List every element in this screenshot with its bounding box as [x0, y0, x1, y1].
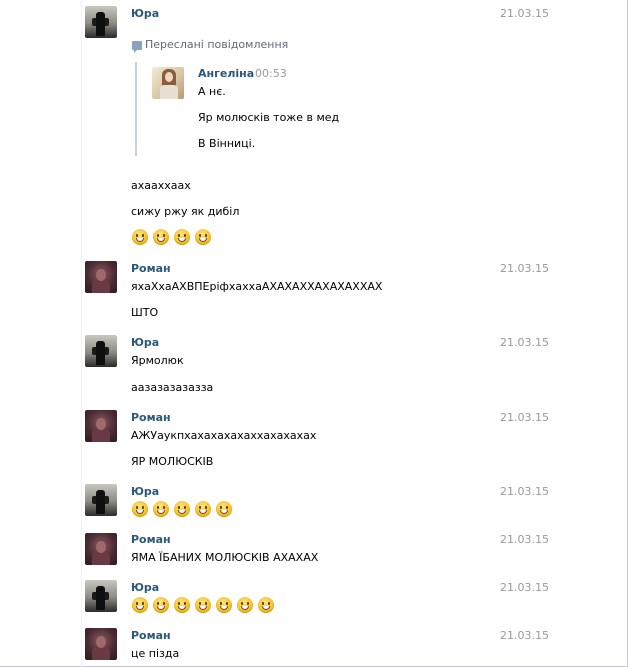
message-date[interactable]: 21.03.15 — [500, 262, 549, 275]
avatar-roman[interactable] — [85, 628, 117, 660]
emoji-row — [132, 501, 232, 517]
message-text: сижу ржу як дибіл — [131, 205, 240, 218]
grin-emoji-icon — [153, 229, 169, 245]
message-date[interactable]: 21.03.15 — [500, 411, 549, 424]
message-text: це пізда — [131, 647, 180, 660]
message-text: ЯМА ЇБАНИХ МОЛЮСКІВ АХАХАХ — [131, 551, 319, 564]
message-text: ШТО — [131, 306, 159, 319]
dialog-frame — [0, 0, 628, 667]
sender-name[interactable]: Юра — [131, 485, 159, 498]
grin-emoji-icon — [237, 597, 253, 613]
inner-message-line: А нє. — [198, 85, 226, 98]
sender-name[interactable]: Роман — [131, 629, 171, 642]
grin-emoji-icon — [132, 501, 148, 517]
column-divider — [81, 0, 82, 667]
grin-emoji-icon — [132, 597, 148, 613]
avatar-yura[interactable] — [85, 335, 117, 367]
message-date[interactable]: 21.03.15 — [500, 485, 549, 498]
message-text: ахааххаах — [131, 179, 191, 192]
avatar-yura[interactable] — [85, 484, 117, 516]
avatar-roman[interactable] — [85, 533, 117, 565]
grin-emoji-icon — [153, 501, 169, 517]
sender-name[interactable]: Юра — [131, 336, 159, 349]
emoji-row — [132, 597, 274, 613]
avatar-yura[interactable] — [85, 6, 117, 38]
message-date[interactable]: 21.03.15 — [500, 581, 549, 594]
avatar-roman[interactable] — [85, 261, 117, 293]
message-date[interactable]: 21.03.15 — [500, 629, 549, 642]
grin-emoji-icon — [132, 229, 148, 245]
grin-emoji-icon — [258, 597, 274, 613]
grin-emoji-icon — [174, 501, 190, 517]
grin-emoji-icon — [216, 597, 232, 613]
message-text: аазазазазазза — [131, 381, 214, 394]
sender-name[interactable]: Роман — [131, 262, 171, 275]
message-date[interactable]: 21.03.15 — [500, 533, 549, 546]
message-date[interactable]: 21.03.15 — [500, 7, 549, 20]
sender-name[interactable]: Роман — [131, 411, 171, 424]
inner-time[interactable]: 00:53 — [255, 67, 287, 80]
grin-emoji-icon — [174, 597, 190, 613]
grin-emoji-icon — [195, 597, 211, 613]
inner-message-line: Яр молюсків тоже в мед — [198, 111, 340, 124]
avatar-roman[interactable] — [85, 410, 117, 442]
inner-sender-name[interactable]: Ангеліна — [198, 67, 254, 80]
sender-name[interactable]: Роман — [131, 533, 171, 546]
grin-emoji-icon — [153, 597, 169, 613]
forwarded-icon — [132, 41, 142, 53]
message-text: Ярмолюк — [131, 354, 184, 367]
avatar-angelina[interactable] — [152, 67, 184, 99]
message-text: АЖУаукпхахахахахаххахахахах — [131, 429, 317, 442]
message-text: ЯР МОЛЮСКІВ — [131, 455, 214, 468]
grin-emoji-icon — [195, 501, 211, 517]
emoji-row — [132, 229, 211, 245]
message-text: яхаХхаАХВПЕріфхаххаАХАХАХХАХАХАХХАХ — [131, 280, 383, 293]
inner-message-line: В Вінниці. — [198, 137, 256, 150]
message-date[interactable]: 21.03.15 — [500, 336, 549, 349]
sender-name[interactable]: Юра — [131, 7, 159, 20]
forwarded-label: Переслані повідомлення — [145, 38, 289, 51]
sender-name[interactable]: Юра — [131, 581, 159, 594]
grin-emoji-icon — [195, 229, 211, 245]
forwarded-bar — [135, 62, 137, 156]
avatar-yura[interactable] — [85, 580, 117, 612]
grin-emoji-icon — [174, 229, 190, 245]
grin-emoji-icon — [216, 501, 232, 517]
